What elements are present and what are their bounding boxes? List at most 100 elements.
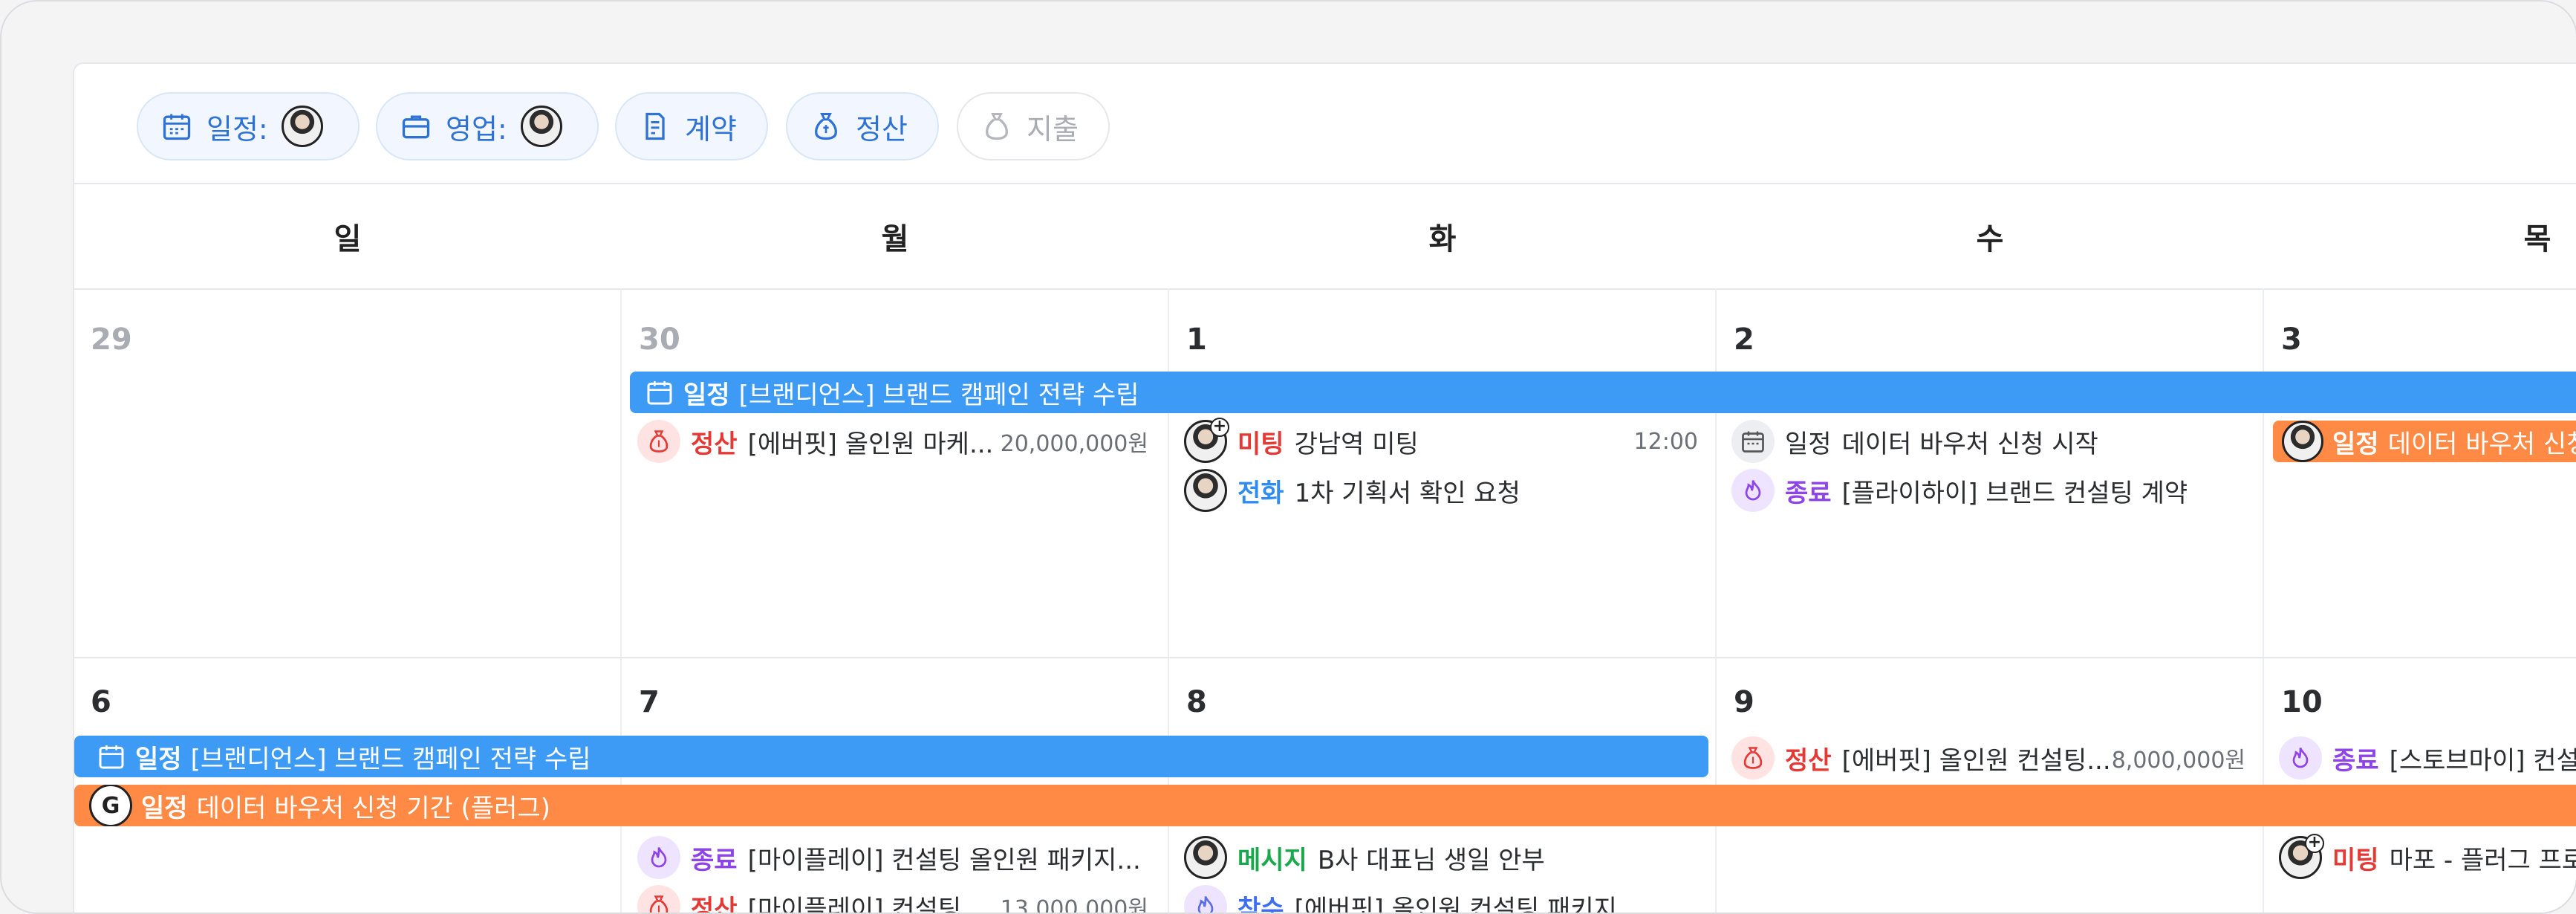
event-title: 강남역 미팅: [1294, 429, 1419, 459]
event-tag: 정산: [1785, 745, 1832, 776]
event-tag: 미팅: [2332, 845, 2379, 875]
event-item[interactable]: 종료 [플라이하이] 브랜드 컨설팅 계약: [1731, 468, 2245, 513]
event-bar[interactable]: G 일정 데이터 바우처 신청 기간 (플러그): [74, 785, 2576, 826]
weekday-mon: 월: [881, 222, 909, 256]
expense-filter-label: 지출: [1027, 112, 1079, 146]
date-cell[interactable]: 1: [1186, 323, 1207, 357]
event-item[interactable]: 정산 [에버핏] 올인원 마케... 20,000,000원: [637, 419, 1148, 464]
event-title: 1차 기획서 확인 요청: [1294, 478, 1520, 508]
weekday-sun: 일: [334, 222, 362, 256]
event-tag: 종료: [2332, 745, 2379, 776]
event-tag: 전화: [1237, 478, 1284, 508]
event-item[interactable]: 정산 [에버핏] 올인원 컨설팅... 8,000,000원: [1731, 736, 2245, 780]
event-item[interactable]: + 미팅 마포 - 플러그 프로: [2279, 834, 2576, 880]
event-item[interactable]: 착수 [에버핏] 올인원 컨설팅 패키지: [1184, 884, 1698, 914]
event-title: [스토브마이] 컨설: [2389, 745, 2576, 776]
event-item[interactable]: 일정 데이터 바우처 신청 시작: [1731, 419, 2245, 464]
group-badge: G: [89, 785, 132, 826]
event-tag: 종료: [691, 845, 738, 875]
event-title: 마포 - 플러그 프로: [2389, 845, 2576, 875]
settlement-filter-chip[interactable]: 정산: [786, 92, 939, 161]
event-amount: 8,000,000원: [2111, 748, 2245, 774]
contract-filter-chip[interactable]: 계약: [615, 92, 768, 161]
date-cell[interactable]: 30: [639, 323, 680, 357]
money-bag-icon: [986, 113, 1008, 140]
event-tag: 일정: [2332, 429, 2379, 459]
avatar: [1184, 836, 1227, 879]
event-item[interactable]: 메시지 B사 대표님 생일 안부: [1184, 835, 1698, 880]
date-cell[interactable]: 10: [2281, 685, 2323, 719]
date-cell[interactable]: 6: [91, 685, 111, 719]
briefcase-icon: [402, 115, 430, 139]
event-item[interactable]: 종료 [스토브마이] 컨설: [2279, 736, 2576, 780]
sales-filter-chip[interactable]: 영업:: [376, 92, 599, 161]
event-tag: 일정: [141, 793, 188, 823]
avatar: [2282, 421, 2323, 462]
event-title: 데이터 바우처 신청 시작: [1841, 429, 2098, 459]
event-tag: 일정: [135, 744, 182, 774]
avatar: +: [1184, 418, 1229, 463]
date-cell[interactable]: 3: [2281, 323, 2302, 357]
event-amount: 20,000,000원: [1000, 431, 1148, 457]
money-bag-icon: [637, 885, 680, 913]
event-bar[interactable]: 일정 데이터 바우처 신청: [2273, 421, 2576, 462]
weekday-tue: 화: [1428, 222, 1457, 256]
avatar: [520, 106, 562, 147]
weekday-wed: 수: [1976, 222, 2004, 256]
fire-icon: [637, 836, 680, 879]
date-cell[interactable]: 29: [91, 323, 132, 357]
event-tag: 미팅: [1237, 429, 1284, 459]
event-title: [에버핏] 올인원 마케...: [747, 429, 994, 459]
event-tag: 정산: [691, 894, 738, 914]
document-icon: [645, 112, 665, 140]
event-tag: 종료: [1785, 478, 1832, 508]
event-title: [마이플레이] 컨설팅...: [747, 894, 986, 914]
date-cell[interactable]: 7: [639, 685, 660, 719]
event-title: [마이플레이] 컨설팅 올인원 패키지...: [747, 845, 1141, 875]
money-bag-icon: [1731, 736, 1775, 780]
date-cell[interactable]: 8: [1186, 685, 1207, 719]
date-cell[interactable]: 9: [1734, 685, 1754, 719]
event-title: [브랜디언스] 브랜드 캠페인 전략 수립: [190, 744, 591, 774]
event-title: 데이터 바우처 신청: [2387, 429, 2576, 459]
weekday-header: 일 월 화 수 목: [74, 183, 2576, 290]
app-frame: 일정: 영업: 계약 정산 지출 일 월 화 수 목 29 30 1 2 3 일…: [0, 0, 2576, 914]
event-title: [에버핏] 올인원 컨설팅 패키지: [1294, 894, 1617, 914]
event-title: [플라이하이] 브랜드 컨설팅 계약: [1841, 478, 2188, 508]
schedule-filter-label: 일정:: [206, 112, 268, 146]
calendar-icon: [163, 114, 191, 140]
event-title: B사 대표님 생일 안부: [1317, 845, 1545, 875]
event-title: [브랜디언스] 브랜드 캠페인 전략 수립: [738, 380, 1139, 410]
avatar: +: [2279, 834, 2324, 879]
settlement-filter-label: 정산: [856, 112, 908, 146]
event-item[interactable]: 전화 1차 기획서 확인 요청: [1184, 468, 1698, 513]
schedule-filter-chip[interactable]: 일정:: [137, 92, 360, 161]
event-bar[interactable]: 일정 [브랜디언스] 브랜드 캠페인 전략 수립: [74, 736, 1708, 777]
event-title: 데이터 바우처 신청 기간 (플러그): [196, 793, 550, 823]
fire-icon: [1731, 469, 1775, 512]
calendar-panel: 일정: 영업: 계약 정산 지출 일 월 화 수 목 29 30 1 2 3 일…: [73, 62, 2576, 914]
date-cell[interactable]: 2: [1734, 323, 1754, 357]
fire-icon: [1184, 885, 1227, 913]
event-amount: 13,000,000원: [1000, 896, 1148, 914]
event-tag: 메시지: [1237, 845, 1307, 875]
plus-icon: +: [1210, 418, 1229, 437]
event-time: 12:00: [1633, 428, 1698, 455]
weekday-thu: 목: [2523, 222, 2551, 256]
event-tag: 일정: [1785, 429, 1832, 459]
contract-filter-label: 계약: [685, 112, 737, 146]
money-bag-icon: [815, 113, 837, 140]
event-item[interactable]: + 미팅 강남역 미팅 12:00: [1184, 418, 1698, 464]
week-divider: [74, 657, 2576, 658]
event-tag: 일정: [683, 380, 730, 410]
money-bag-icon: [637, 420, 680, 463]
event-tag: 정산: [691, 429, 738, 459]
event-item[interactable]: 정산 [마이플레이] 컨설팅... 13,000,000원: [637, 884, 1148, 914]
expense-filter-chip[interactable]: 지출: [957, 92, 1110, 161]
event-bar[interactable]: 일정 [브랜디언스] 브랜드 캠페인 전략 수립: [630, 372, 2576, 413]
event-item[interactable]: 종료 [마이플레이] 컨설팅 올인원 패키지...: [637, 835, 1148, 880]
avatar: [281, 106, 323, 147]
calendar-icon: [1731, 420, 1775, 463]
event-title: [에버핏] 올인원 컨설팅...: [1841, 745, 2111, 776]
event-tag: 착수: [1237, 894, 1284, 914]
